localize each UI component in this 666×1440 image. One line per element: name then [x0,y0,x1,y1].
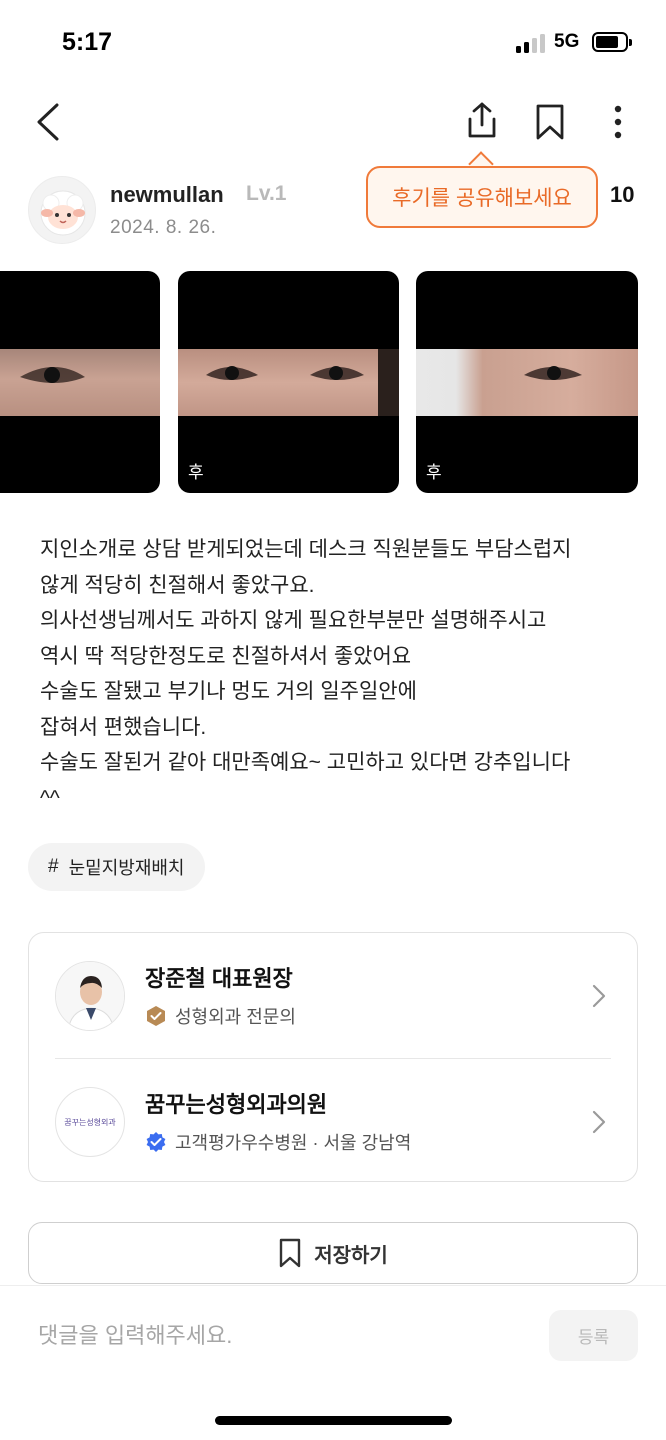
share-tooltip[interactable]: 후기를 공유해보세요 [366,166,598,228]
review-line: 수술도 잘됐고 부기나 멍도 거의 일주일안에 [40,680,417,703]
battery-icon [592,32,632,52]
share-icon [468,102,496,138]
network-type: 5G [554,31,580,52]
clinic-info: 고객평가우수병원 · 서울 강남역 [145,1129,411,1155]
doctor-portrait-icon [56,962,124,1030]
chevron-right-icon [592,1110,606,1134]
bookmark-icon [536,104,564,140]
share-button[interactable] [460,98,504,142]
sheep-icon [40,190,86,236]
more-button[interactable] [600,100,636,144]
clinic-logo-text: 꿈꾸는성형외과 [64,1117,116,1127]
provider-card: 장준철 대표원장 성형외과 전문의 꿈꾸는성형외과 꿈꾸는성형외과의원 고객평가… [28,932,638,1182]
specialist-badge-icon [147,1006,165,1026]
more-icon [614,105,622,139]
doctor-row[interactable]: 장준철 대표원장 성형외과 전문의 [29,933,637,1057]
back-button[interactable] [28,100,68,144]
status-time: 5:17 [62,28,113,56]
clinic-logo: 꿈꾸는성형외과 [55,1087,125,1157]
review-photo[interactable] [0,271,160,493]
photo-label: 후 [188,463,204,482]
submit-comment-button[interactable]: 등록 [549,1310,638,1361]
comment-input[interactable] [38,1316,518,1356]
review-line: 수술도 잘된거 같아 대만족예요~ 고민하고 있다면 강추입니다 [40,751,571,774]
clinic-name: 꿈꾸는성형외과의원 [145,1092,328,1117]
review-text: 지인소개로 상담 받게되었는데 데스크 직원분들도 부담스럽지 않게 적당히 친… [40,532,640,816]
post-date: 2024. 8. 26. [110,217,217,238]
tooltip-text: 후기를 공유해보세요 [392,187,572,210]
doctor-avatar [55,961,125,1031]
doctor-specialty-text: 성형외과 전문의 [175,1007,296,1027]
review-line: 않게 적당히 친절해서 좋았구요. [40,573,315,597]
eye-photo [0,349,160,416]
hashtag-label: 눈밑지방재배치 [68,858,185,878]
signal-icon [516,33,546,53]
review-line: 역시 딱 적당한정도로 친절하셔서 좋았어요 [40,644,412,668]
author-level: Lv.1 [246,182,287,205]
chevron-right-icon [592,984,606,1008]
verified-badge-icon [146,1132,166,1152]
review-photo[interactable]: 후 [416,271,638,493]
bookmark-button[interactable] [530,100,570,144]
clinic-row[interactable]: 꿈꾸는성형외과 꿈꾸는성형외과의원 고객평가우수병원 · 서울 강남역 [29,1059,637,1183]
status-bar: 5:17 5G [0,0,666,80]
hash-symbol: # [48,856,59,877]
review-photo[interactable]: 후 [178,271,399,493]
view-count: 10 [610,182,635,207]
author-username[interactable]: newmullan [110,182,224,208]
review-line: 잡혀서 편했습니다. [40,715,207,739]
hashtag-chip[interactable]: # 눈밑지방재배치 [28,843,205,891]
review-line: ^^ [40,786,60,810]
author-avatar[interactable] [28,176,96,244]
home-indicator[interactable] [215,1416,452,1425]
eye-photo [178,349,399,416]
doctor-specialty: 성형외과 전문의 [145,1003,296,1029]
eye-photo [416,349,638,416]
save-button[interactable]: 저장하기 [28,1222,638,1284]
clinic-info-text: 고객평가우수병원 · 서울 강남역 [175,1133,412,1153]
photo-label: 후 [426,463,442,482]
review-line: 의사선생님께서도 과하지 않게 필요한부분만 설명해주시고 [40,609,547,632]
review-line: 지인소개로 상담 받게되었는데 데스크 직원분들도 부담스럽지 [40,538,572,561]
back-icon [37,103,59,141]
doctor-name: 장준철 대표원장 [145,966,293,991]
save-button-label: 저장하기 [314,1244,388,1267]
bookmark-icon [279,1238,301,1268]
